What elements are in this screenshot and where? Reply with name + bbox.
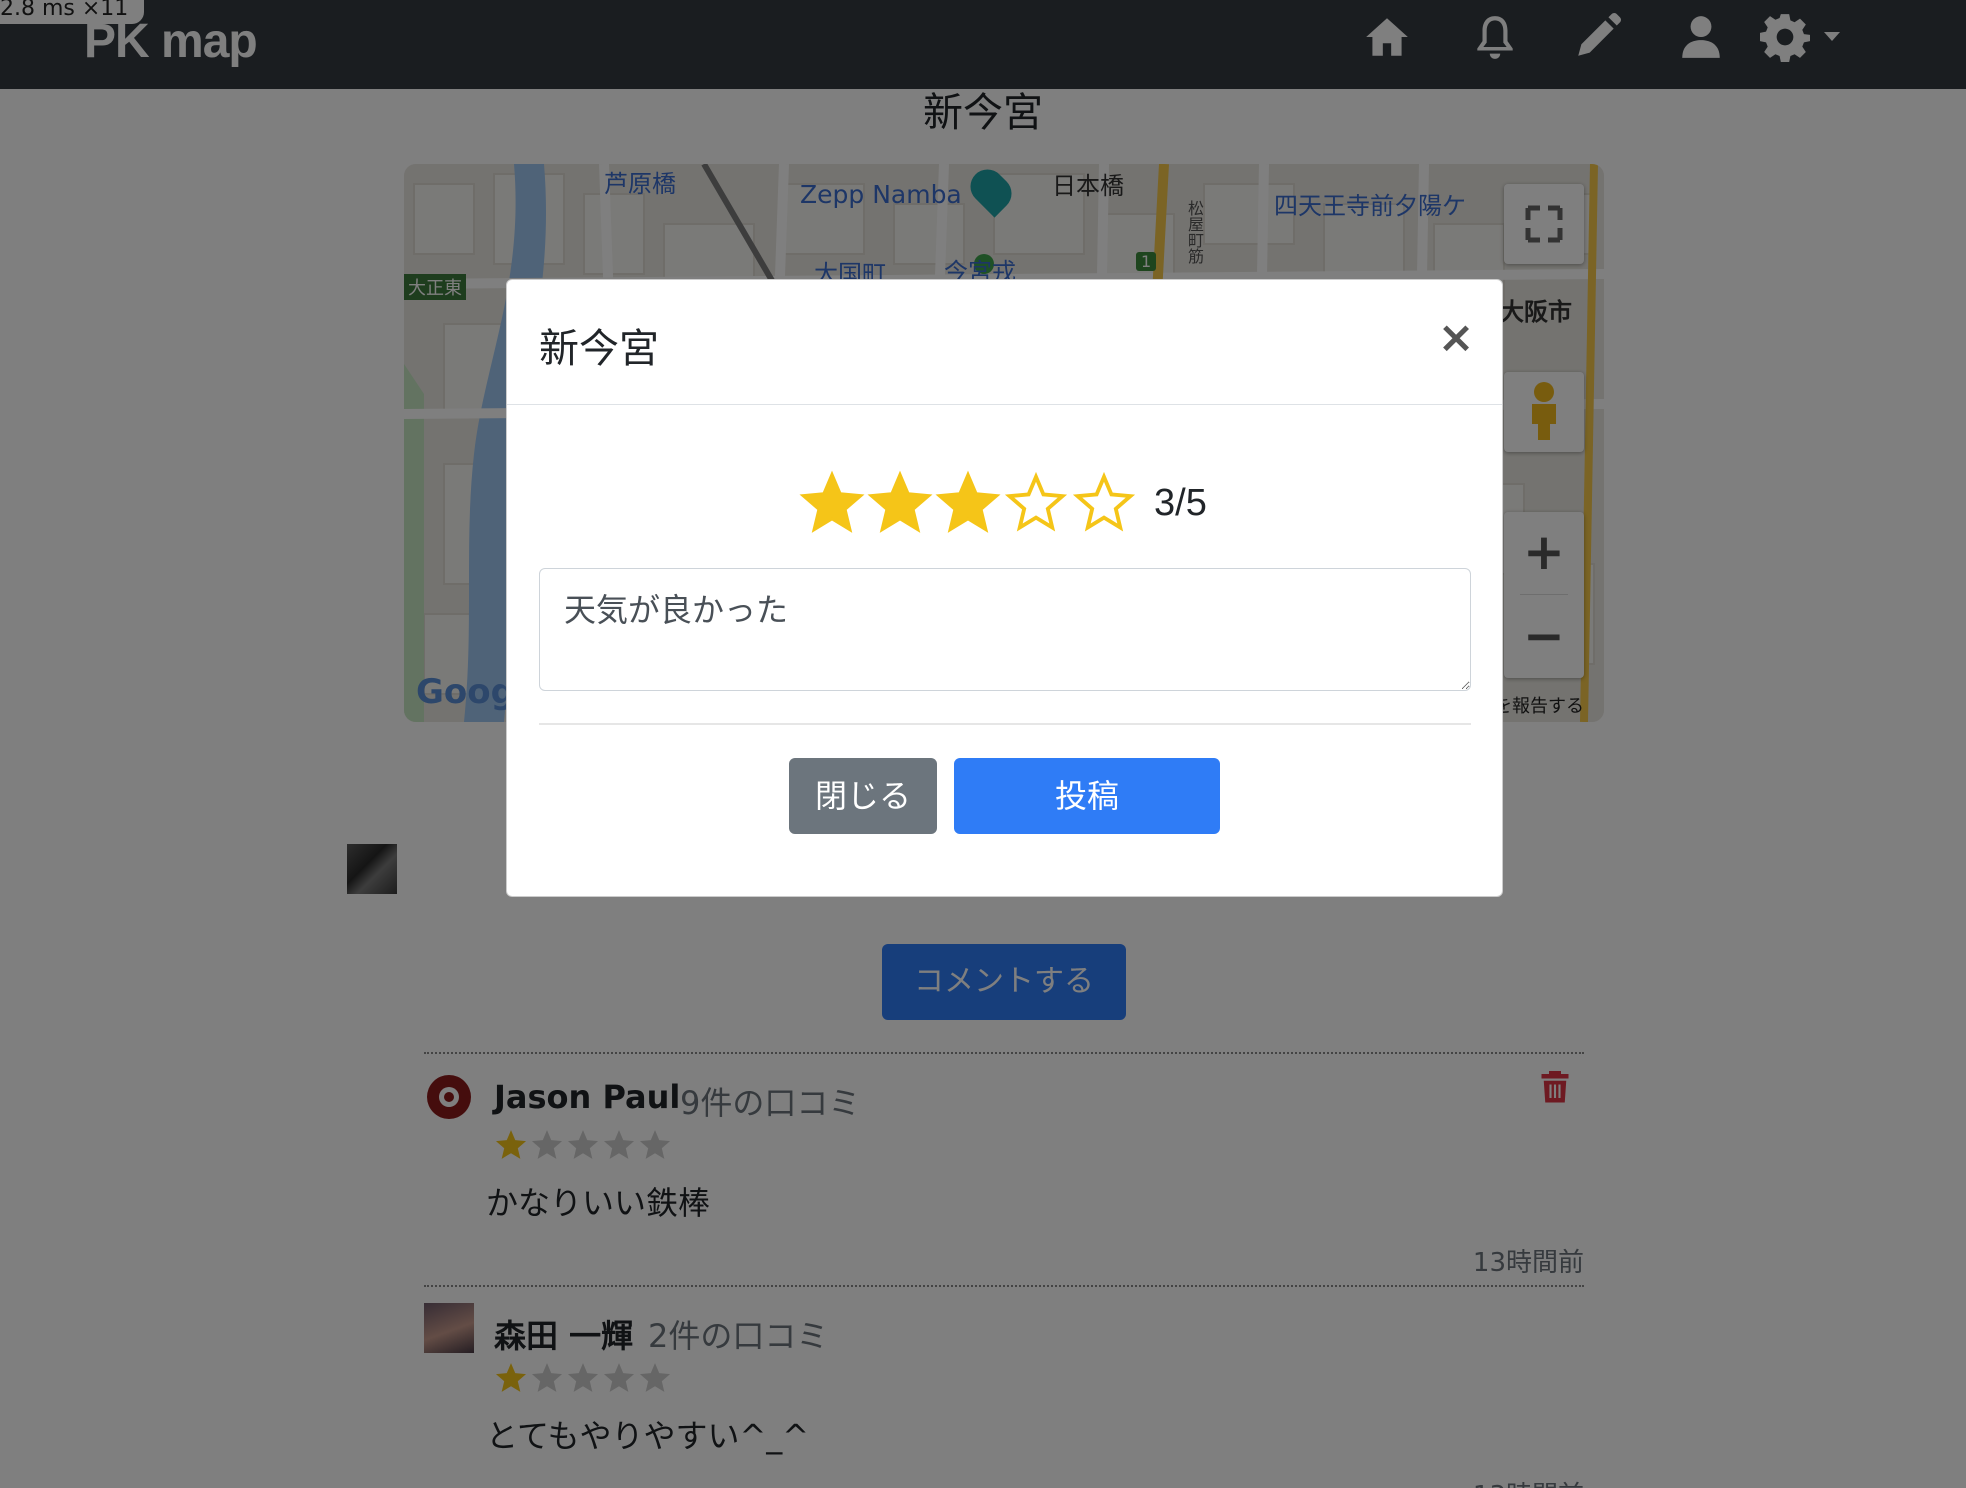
close-button[interactable]: 閉じる <box>789 758 937 834</box>
modal-title: 新今宮 <box>539 326 659 372</box>
star-filled-icon[interactable] <box>935 470 1001 536</box>
modal-divider <box>539 723 1471 725</box>
page: PK map 2.8 ms ×11 新今宮 <box>0 0 1966 1488</box>
star-filled-icon[interactable] <box>867 470 933 536</box>
star-empty-icon[interactable] <box>1071 470 1137 536</box>
rating-value: 3/5 <box>1154 482 1207 524</box>
review-modal: 新今宮 × 3/5 天気が良かった 閉じる 投稿 <box>506 279 1503 897</box>
post-button[interactable]: 投稿 <box>954 758 1220 834</box>
modal-header: 新今宮 × <box>507 280 1502 405</box>
star-empty-icon[interactable] <box>1003 470 1069 536</box>
star-filled-icon[interactable] <box>799 470 865 536</box>
review-textarea[interactable]: 天気が良かった <box>539 568 1471 691</box>
close-icon[interactable]: × <box>1436 316 1476 360</box>
